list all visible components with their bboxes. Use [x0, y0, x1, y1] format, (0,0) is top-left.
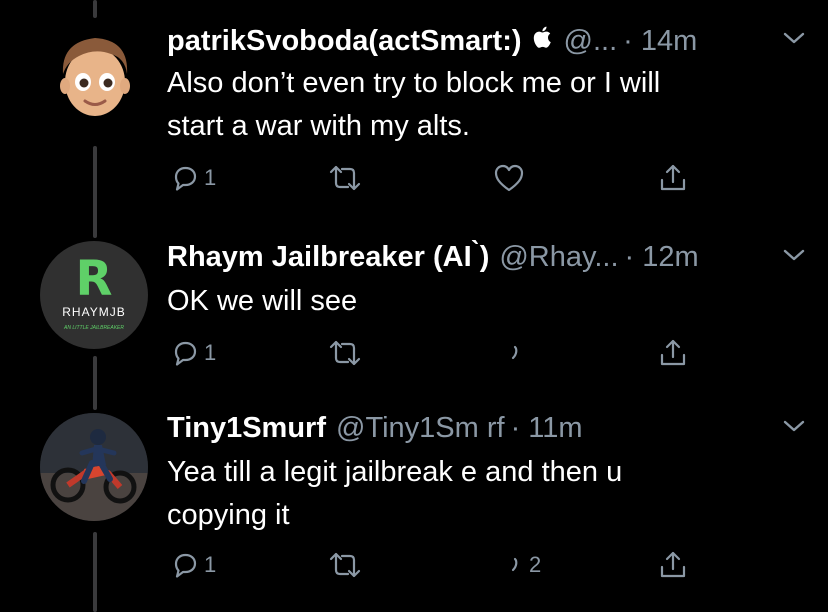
tweet-3[interactable]: Tiny1Smurf @Tiny1Sm rf · 11m Yea till a … [0, 395, 828, 612]
avatar-logo-tagline: AN LITTLE JAILBREAKER [63, 325, 125, 331]
reply-icon [174, 166, 197, 191]
reply-button[interactable]: 1 [170, 338, 216, 368]
reply-count: 1 [204, 552, 217, 577]
memoji-avatar-icon [60, 38, 130, 116]
share-icon [660, 164, 686, 191]
tweet-1[interactable]: patrikSvoboda(actSmart:) @... · 14m Also… [0, 0, 828, 205]
like-button[interactable] [493, 338, 525, 368]
apple-icon [532, 24, 554, 50]
tweet-actions: 1 [170, 163, 730, 203]
tweet-text: OK we will see [167, 280, 787, 323]
retweet-button[interactable] [328, 338, 362, 368]
tweet-2[interactable]: R RHAYMJB AN LITTLE JAILBREAKER Rhaym Ja… [0, 225, 828, 385]
reply-button[interactable]: 1 [170, 550, 216, 580]
share-icon [660, 339, 686, 366]
display-name[interactable]: Rhaym Jailbreaker (AI ̀) [167, 241, 489, 274]
reply-count: 1 [204, 340, 217, 365]
like-button[interactable]: 2 [493, 550, 541, 580]
handle[interactable]: @Tiny1Sm rf [336, 412, 505, 445]
tweet-text-line: OK we will see [167, 285, 358, 317]
share-button[interactable] [658, 163, 688, 193]
avatar[interactable] [45, 24, 145, 124]
reply-count: 1 [204, 165, 217, 190]
handle[interactable]: @... [564, 25, 618, 58]
share-button[interactable] [658, 550, 688, 580]
heart-icon [494, 164, 524, 192]
avatar[interactable]: R RHAYMJB AN LITTLE JAILBREAKER [40, 241, 148, 349]
tweet-actions: 1 [170, 338, 730, 378]
like-button[interactable] [493, 163, 525, 193]
avatar-logo-name: RHAYMJB [62, 305, 126, 319]
share-icon [660, 551, 686, 578]
avatar[interactable] [40, 413, 148, 521]
motocross-photo-avatar-icon [40, 413, 148, 521]
tweet-text-line: Also don’t even try to block me or I wil… [167, 67, 661, 99]
tweet-text-line: start a war with my alts. [167, 110, 470, 142]
tweet-actions: 1 2 [170, 550, 730, 590]
timestamp[interactable]: · 11m [511, 412, 583, 445]
retweet-button[interactable] [328, 163, 362, 193]
heart-partial-icon [511, 557, 518, 572]
reply-icon [174, 553, 197, 578]
handle[interactable]: @Rhay... [499, 241, 618, 274]
heart-partial-icon [511, 345, 518, 360]
tweet-text: Yea till a legit jailbreak e and then u … [167, 451, 787, 537]
chevron-down-icon[interactable] [780, 412, 808, 440]
display-name[interactable]: Tiny1Smurf [167, 412, 326, 445]
timestamp[interactable]: · 14m [623, 25, 697, 58]
tweet-header: patrikSvoboda(actSmart:) @... · 14m [167, 24, 808, 60]
avatar-logo-letter: R [75, 251, 113, 307]
retweet-icon [329, 552, 361, 578]
tweet-header: Rhaym Jailbreaker (AI ̀) @Rhay... · 12m [167, 241, 808, 277]
tweet-text: Also don’t even try to block me or I wil… [167, 62, 787, 148]
retweet-icon [329, 340, 361, 366]
tweet-text-line: copying it [167, 499, 290, 531]
retweet-button[interactable] [328, 550, 362, 580]
reply-icon [174, 341, 197, 366]
like-count: 2 [529, 552, 542, 577]
chevron-down-icon[interactable] [780, 241, 808, 269]
tweet-header: Tiny1Smurf @Tiny1Sm rf · 11m [167, 412, 808, 448]
timestamp[interactable]: · 12m [625, 241, 699, 274]
tweet-text-line: Yea till a legit jailbreak e and then u [167, 456, 623, 488]
chevron-down-icon[interactable] [780, 24, 808, 52]
share-button[interactable] [658, 338, 688, 368]
retweet-icon [329, 165, 361, 191]
display-name[interactable]: patrikSvoboda(actSmart:) [167, 25, 522, 58]
reply-button[interactable]: 1 [170, 163, 216, 193]
